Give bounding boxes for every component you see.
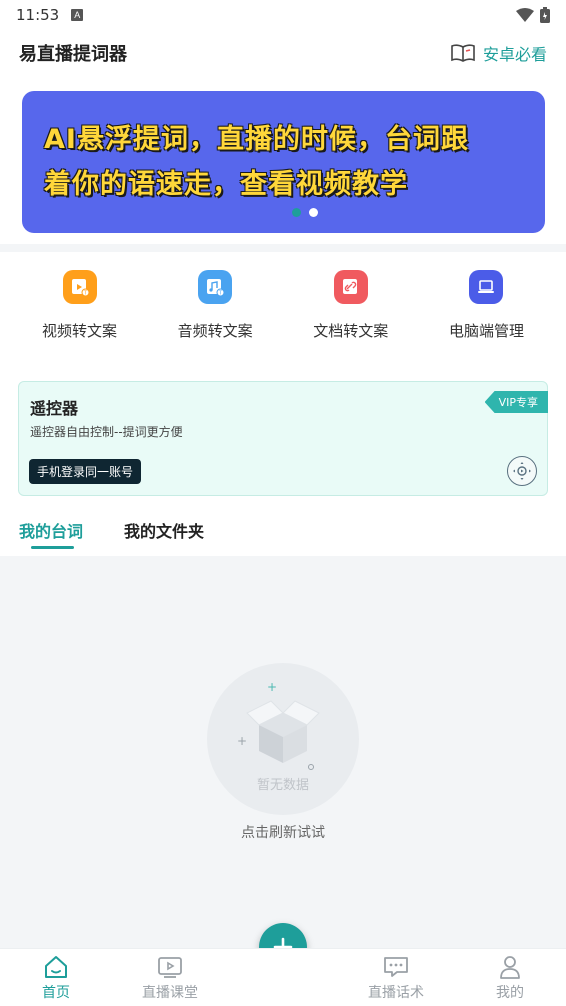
music-file-icon: T	[198, 270, 233, 304]
empty-box-icon: + +	[237, 680, 320, 770]
user-icon	[500, 956, 520, 979]
nav-me-label: 我的	[496, 985, 524, 1001]
app-title: 易直播提词器	[19, 44, 127, 65]
video-file-icon: T	[62, 270, 97, 304]
chat-bubble-icon	[384, 957, 408, 977]
video-play-icon	[158, 957, 182, 978]
feature-audio-to-text[interactable]: T 音频转文案	[148, 270, 283, 341]
android-guide-label: 安卓必看	[482, 45, 547, 64]
status-icons	[516, 7, 550, 23]
banner-line-1: AI悬浮提词，直播的时候，台词跟	[44, 124, 469, 155]
remote-control-card[interactable]: 遥控器 遥控器自由控制--提词更方便 VIP专享 手机登录同一账号	[18, 381, 548, 496]
feature-label: 文档转文案	[313, 322, 389, 340]
phone-login-button[interactable]: 手机登录同一账号	[29, 459, 142, 484]
nav-live-course[interactable]: 直播课堂	[120, 955, 220, 1002]
feature-label: 视频转文案	[41, 322, 117, 340]
svg-text:+: +	[267, 680, 277, 694]
status-time: 11:53	[16, 6, 60, 24]
feature-doc-to-text[interactable]: 文档转文案	[283, 270, 418, 341]
active-tab-indicator	[31, 546, 74, 549]
laptop-icon	[469, 270, 504, 304]
tab-my-folders[interactable]: 我的文件夹	[124, 518, 204, 542]
promo-banner[interactable]: AI悬浮提词，直播的时候，台词跟 着你的语速走，查看视频教学	[22, 91, 545, 233]
battery-icon	[540, 7, 550, 23]
scripts-list-area: + + 暂无数据 点击刷新试试	[0, 556, 566, 948]
feature-label: 电脑端管理	[448, 322, 524, 340]
notification-a-icon: A	[71, 9, 84, 21]
remote-description: 遥控器自由控制--提词更方便	[30, 425, 183, 439]
banner-pagination	[292, 208, 318, 217]
nav-live-scripts[interactable]: 直播话术	[346, 955, 446, 1002]
nav-course-label: 直播课堂	[142, 985, 198, 1001]
svg-text:+: +	[237, 734, 247, 748]
banner-line-2: 着你的语速走，查看视频教学	[44, 169, 408, 200]
home-icon	[45, 956, 67, 978]
pagination-dot-active[interactable]	[292, 208, 301, 217]
feature-video-to-text[interactable]: T 视频转文案	[12, 270, 147, 341]
app-header: 易直播提词器 安卓必看	[0, 30, 566, 76]
refresh-link[interactable]: 点击刷新试试	[0, 822, 566, 842]
pagination-dot[interactable]	[309, 208, 318, 217]
nav-home[interactable]: 首页	[6, 955, 106, 1002]
feature-shortcuts: T 视频转文案 T 音频转文案 文档转文案 电脑端管理	[12, 270, 554, 341]
svg-text:T: T	[219, 291, 222, 297]
content-tabs: 我的台词 我的文件夹	[0, 506, 566, 556]
section-divider	[0, 244, 566, 252]
status-bar: 11:53 A	[0, 0, 566, 30]
link-file-icon	[333, 270, 368, 304]
remote-control-icon[interactable]	[507, 456, 537, 486]
banner-text: AI悬浮提词，直播的时候，台词跟 着你的语速走，查看视频教学	[44, 117, 534, 207]
nav-me[interactable]: 我的	[460, 955, 560, 1002]
nav-scripts-label: 直播话术	[368, 985, 424, 1001]
feature-label: 音频转文案	[177, 322, 253, 340]
android-guide-link[interactable]: 安卓必看	[451, 41, 547, 65]
empty-data-label: 暂无数据	[256, 778, 309, 793]
wifi-icon	[516, 8, 534, 22]
open-book-icon	[451, 44, 475, 62]
empty-state: + + 暂无数据	[207, 663, 359, 815]
tab-my-scripts[interactable]: 我的台词	[19, 518, 83, 542]
bottom-navigation: 首页 直播课堂 直播话术 我的	[0, 948, 566, 1006]
feature-pc-manage[interactable]: 电脑端管理	[419, 270, 554, 341]
vip-badge: VIP专享	[484, 391, 548, 413]
nav-home-label: 首页	[42, 985, 70, 1001]
svg-text:T: T	[83, 291, 86, 297]
remote-title: 遥控器	[30, 399, 79, 418]
